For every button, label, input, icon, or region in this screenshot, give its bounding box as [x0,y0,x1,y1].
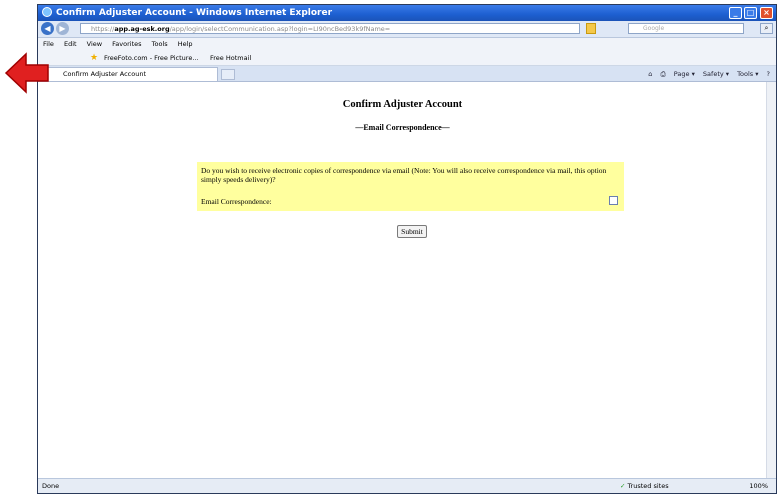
search-input[interactable]: Google [628,23,744,34]
url-input[interactable]: https://app.ag-esk.org/app/login/selectC… [80,23,580,34]
home-icon[interactable]: ⌂ [648,70,652,78]
tools-menu[interactable]: Tools ▾ [737,70,758,78]
page-title: Confirm Adjuster Account [342,99,463,110]
red-arrow-icon [4,52,49,94]
favorites-star-icon[interactable]: ★ [90,51,98,65]
print-icon[interactable]: ⎙ [660,70,665,78]
command-bar: ⌂ ⎙ Page ▾ Safety ▾ Tools ▾ ? [642,68,770,80]
submit-button[interactable]: Submit [397,225,427,238]
menu-item-file[interactable]: File [43,40,54,48]
status-bar: Done ✓ Trusted sites 100% [38,478,776,493]
menu-item-help[interactable]: Help [178,40,193,48]
zoom-level[interactable]: 100% [749,479,768,493]
page-content: Confirm Adjuster Account —Email Correspo… [38,82,767,480]
favorite-link-hotmail[interactable]: Free Hotmail [210,51,251,65]
close-button[interactable]: × [760,7,773,19]
menu-item-favorites[interactable]: Favorites [112,40,141,48]
trusted-check-icon: ✓ [620,482,626,490]
forward-button[interactable]: ▶ [56,22,69,35]
back-button[interactable]: ◀ [41,22,54,35]
lock-icon[interactable] [586,23,596,34]
favorites-bar: ★ FreeFoto.com - Free Picture... Free Ho… [38,51,776,66]
email-correspondence-label: Email Correspondence: [201,197,272,206]
search-button[interactable]: ⌕ [760,23,773,34]
email-question-text: Do you wish to receive electronic copies… [201,166,607,184]
title-bar: Confirm Adjuster Account - Windows Inter… [38,5,776,21]
ie-icon [42,7,52,17]
menu-item-edit[interactable]: Edit [64,40,77,48]
page-subtitle: —Email Correspondence— [355,123,450,132]
security-zone-label: Trusted sites [627,482,669,490]
email-correspondence-checkbox[interactable] [609,196,618,205]
new-tab-button[interactable] [221,69,235,80]
minimize-button[interactable]: _ [729,7,742,19]
menu-bar: File Edit View Favorites Tools Help [38,38,776,51]
safety-menu[interactable]: Safety ▾ [703,70,729,78]
url-prefix: https:// [91,25,115,33]
menu-item-tools[interactable]: Tools [152,40,168,48]
page-scrollbar[interactable] [766,82,776,480]
browser-window: Confirm Adjuster Account - Windows Inter… [37,4,777,494]
maximize-button[interactable]: □ [744,7,757,19]
favorite-link-freefoto[interactable]: FreeFoto.com - Free Picture... [104,51,199,65]
tab-row: Confirm Adjuster Account ⌂ ⎙ Page ▾ Safe… [38,66,776,82]
url-rest: /app/login/selectCommunication.asp?login… [169,25,391,33]
help-icon[interactable]: ? [767,70,770,78]
email-correspondence-panel: Do you wish to receive electronic copies… [197,162,624,211]
status-text: Done [42,482,60,490]
security-zone: ✓ Trusted sites [620,479,669,493]
window-title: Confirm Adjuster Account - Windows Inter… [56,8,333,18]
address-bar: ◀ ▶ https://app.ag-esk.org/app/login/sel… [38,21,776,38]
page-menu[interactable]: Page ▾ [674,70,695,78]
menu-item-view[interactable]: View [87,40,102,48]
url-host: app.ag-esk.org [114,25,170,33]
tab-confirm-adjuster-account[interactable]: Confirm Adjuster Account [38,67,218,81]
